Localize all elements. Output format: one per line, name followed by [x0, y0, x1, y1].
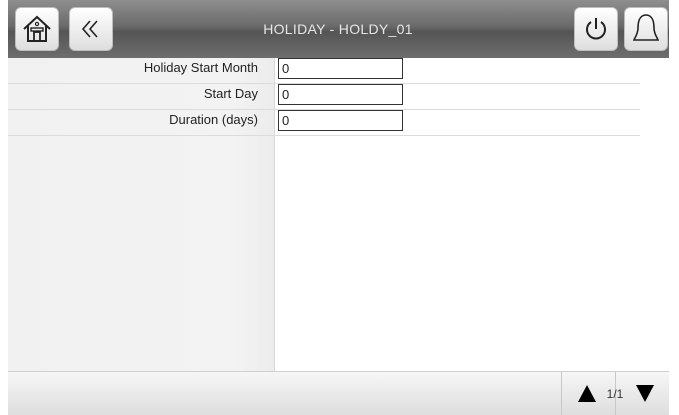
- back-button[interactable]: [69, 7, 113, 51]
- page-title: HOLIDAY - HOLDY_01: [263, 21, 413, 37]
- form-row-start-day: Start Day: [8, 84, 640, 110]
- start-day-label: Start Day: [203, 86, 258, 101]
- double-chevron-left-icon: [81, 20, 98, 38]
- page-up-button[interactable]: [578, 385, 596, 402]
- power-button[interactable]: [574, 7, 618, 51]
- footer-bar: 1/1: [8, 371, 669, 415]
- bell-icon: [632, 14, 660, 41]
- home-icon: [23, 15, 51, 42]
- page-down-button[interactable]: [636, 385, 654, 402]
- form-area: Holiday Start Month Start Day Duration (…: [8, 58, 669, 371]
- holiday-start-month-field[interactable]: [278, 58, 403, 79]
- power-icon: [586, 18, 606, 40]
- page-indicator: 1/1: [606, 387, 624, 401]
- header-bar: HOLIDAY - HOLDY_01: [8, 0, 669, 58]
- app-frame: HOLIDAY - HOLDY_01 Holiday Start Month S…: [8, 0, 669, 415]
- duration-days-field[interactable]: [278, 110, 403, 131]
- form-row-duration-days: Duration (days): [8, 110, 640, 136]
- alarm-button[interactable]: [624, 7, 668, 51]
- form-row-holiday-start-month: Holiday Start Month: [8, 58, 640, 84]
- start-day-field[interactable]: [278, 84, 403, 105]
- footer-divider: [561, 372, 562, 415]
- home-button[interactable]: [15, 7, 59, 51]
- duration-days-label: Duration (days): [169, 112, 258, 127]
- holiday-start-month-label: Holiday Start Month: [143, 60, 258, 75]
